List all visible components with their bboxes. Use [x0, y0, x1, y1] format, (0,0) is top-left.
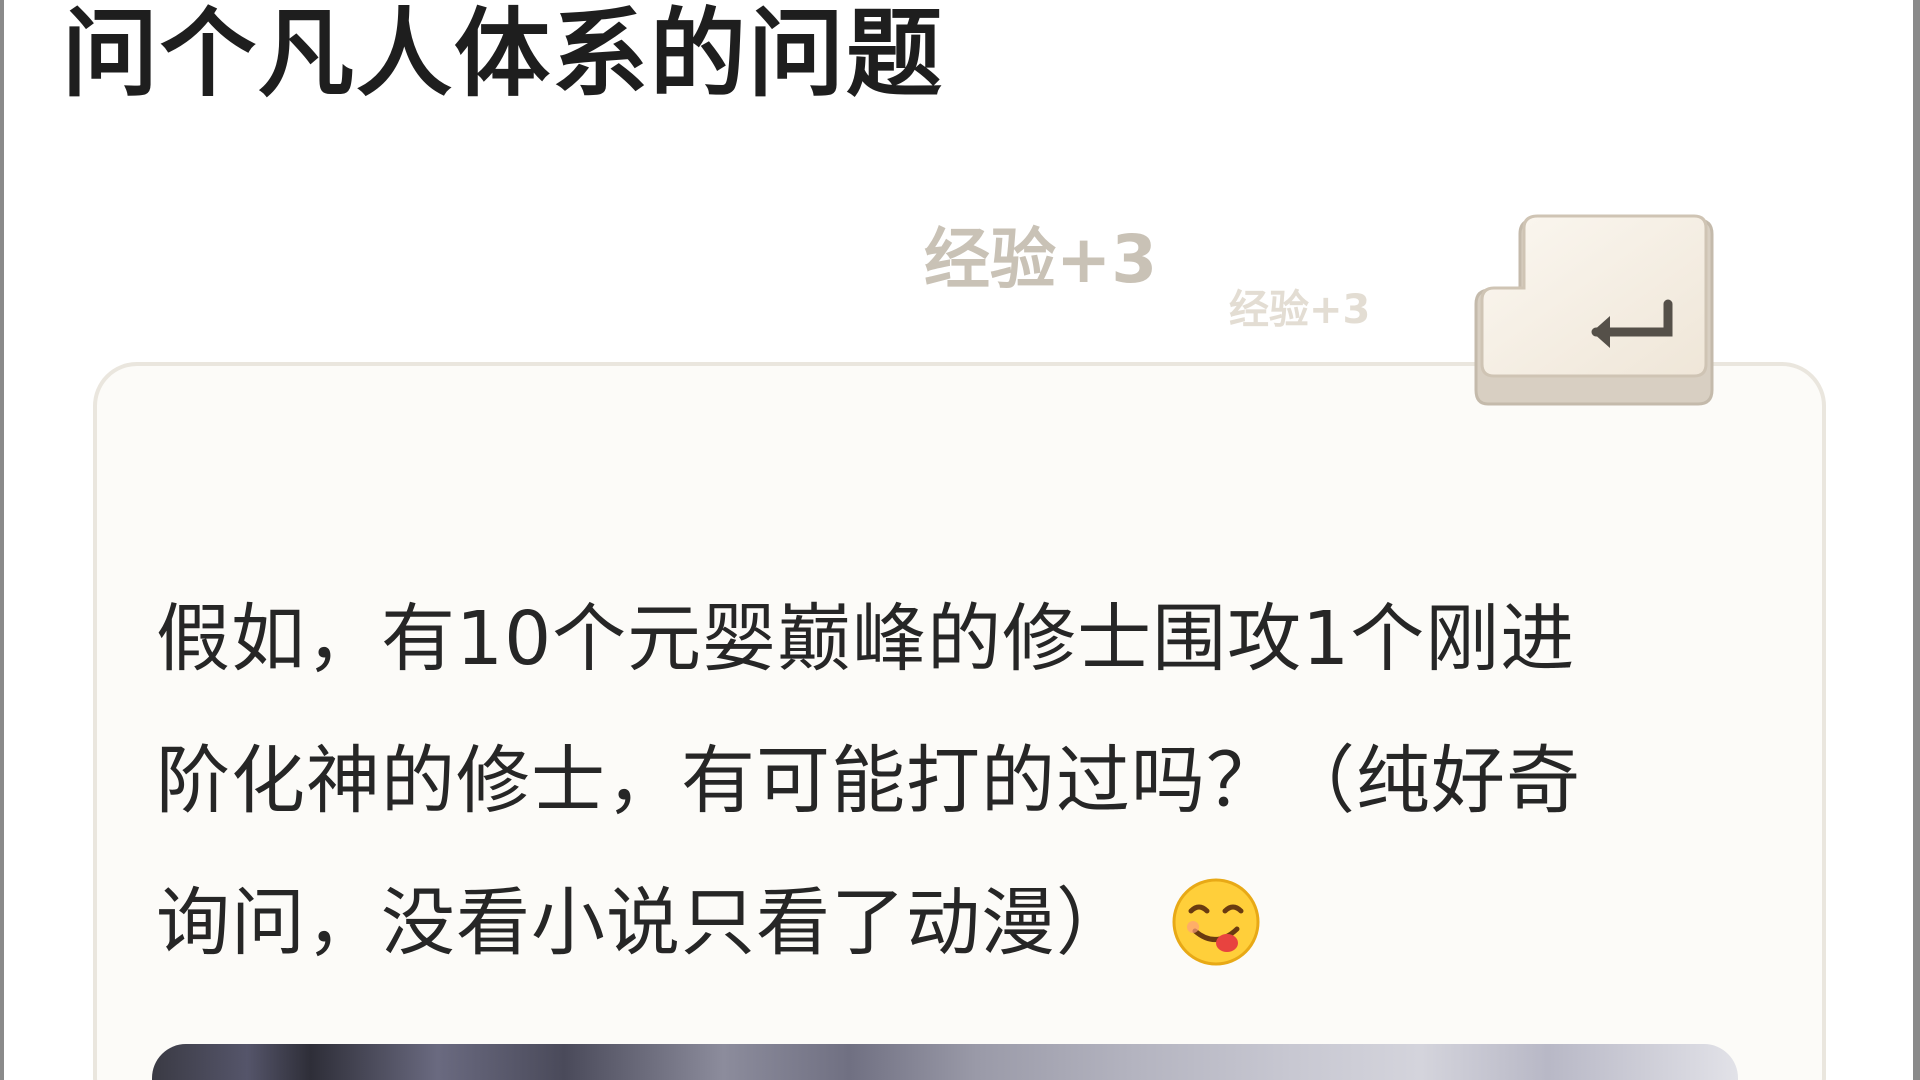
- post-body-line: 阶化神的修士，有可能打的过吗？（纯好奇: [156, 738, 1581, 824]
- post-title: 问个凡人体系的问题: [62, 0, 944, 110]
- screen: 问个凡人体系的问题 经验+3 经验+3 假如，有10个元婴巅峰的修士围攻1个刚进…: [0, 0, 1920, 1080]
- post-body: 假如，有10个元婴巅峰的修士围攻1个刚进 阶化神的修士，有可能打的过吗？（纯好奇…: [156, 568, 1756, 994]
- experience-popup-faded: 经验+3: [1229, 287, 1371, 333]
- experience-popup: 经验+3: [924, 221, 1158, 298]
- post-body-line: 假如，有10个元婴巅峰的修士围攻1个刚进: [156, 596, 1576, 682]
- yum-face-icon: [1172, 878, 1260, 966]
- right-border: [1913, 0, 1920, 1080]
- enter-key-icon[interactable]: [1472, 212, 1718, 408]
- post-image-preview[interactable]: [152, 1044, 1738, 1080]
- post-body-line: 询问，没看小说只看了动漫）: [156, 880, 1131, 966]
- left-border: [0, 0, 4, 1080]
- post-body-line-with-emoji: 询问，没看小说只看了动漫）: [156, 852, 1756, 994]
